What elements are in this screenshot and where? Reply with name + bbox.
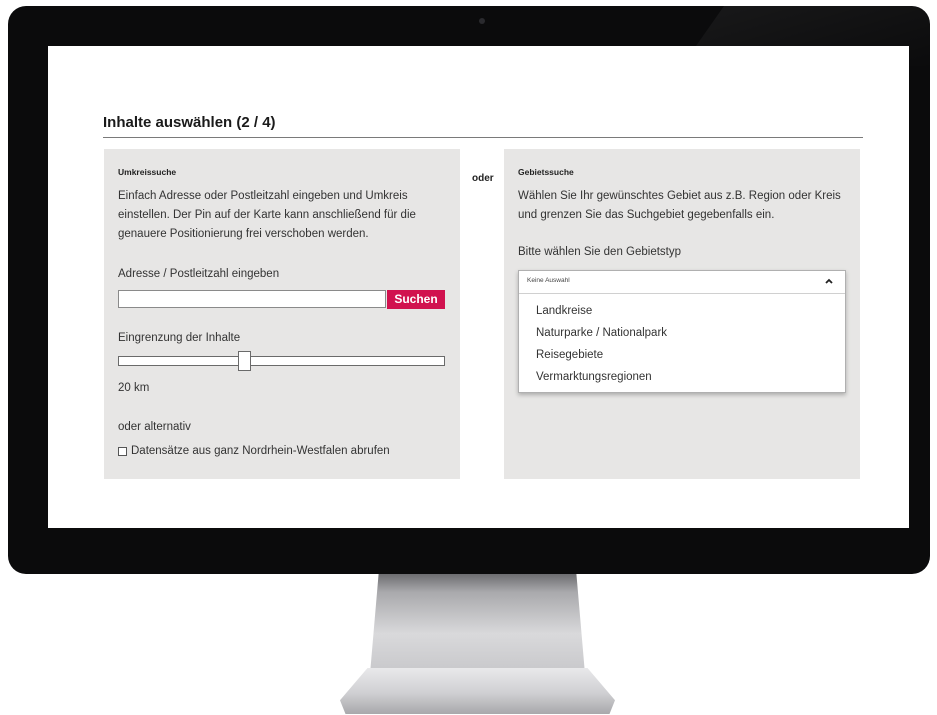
area-type-option[interactable]: Reisegebiete bbox=[519, 344, 845, 366]
checkbox-icon[interactable] bbox=[118, 446, 127, 456]
alternative-label: oder alternativ bbox=[118, 421, 191, 433]
title-divider bbox=[103, 137, 863, 138]
range-slider-handle[interactable] bbox=[238, 351, 251, 371]
nrw-checkbox-row[interactable]: Datensätze aus ganz Nordrhein-Westfalen … bbox=[118, 445, 390, 457]
nrw-checkbox-label: Datensätze aus ganz Nordrhein-Westfalen … bbox=[131, 445, 390, 457]
range-label: Eingrenzung der Inhalte bbox=[118, 332, 241, 344]
area-search-description: Wählen Sie Ihr gewünschtes Gebiet aus z.… bbox=[518, 190, 841, 221]
area-type-select-header[interactable]: Keine Auswahl bbox=[519, 271, 845, 294]
area-search-heading: Gebietssuche bbox=[518, 167, 574, 177]
radius-search-heading: Umkreissuche bbox=[118, 167, 177, 177]
area-search-panel: Gebietssuche Wählen Sie Ihr gewünschtes … bbox=[504, 149, 860, 479]
monitor-stand bbox=[370, 574, 585, 674]
address-input[interactable] bbox=[118, 290, 386, 308]
range-value: 20 km bbox=[118, 382, 150, 394]
screen: Inhalte auswählen (2 / 4) Umkreissuche E… bbox=[48, 46, 909, 528]
search-button[interactable]: Suchen bbox=[387, 290, 445, 309]
camera-icon bbox=[479, 18, 485, 24]
or-separator: oder bbox=[472, 173, 494, 184]
area-type-option[interactable]: Vermarktungsregionen bbox=[519, 366, 845, 388]
area-type-option[interactable]: Landkreise bbox=[519, 300, 845, 322]
range-slider[interactable] bbox=[118, 351, 445, 371]
page-title: Inhalte auswählen (2 / 4) bbox=[103, 114, 276, 131]
area-type-options: Landkreise Naturparke / Nationalpark Reise… bbox=[519, 294, 845, 392]
radius-search-panel: Umkreissuche Einfach Adresse oder Postle… bbox=[104, 149, 460, 479]
address-label: Adresse / Postleitzahl eingeben bbox=[118, 268, 280, 280]
area-type-option[interactable]: Naturparke / Nationalpark bbox=[519, 322, 845, 344]
monitor-stand-base bbox=[340, 668, 615, 714]
monitor-bezel: Inhalte auswählen (2 / 4) Umkreissuche E… bbox=[8, 6, 930, 574]
area-type-select[interactable]: Keine Auswahl Landkreise Naturparke / Nat… bbox=[518, 270, 846, 393]
area-type-label: Bitte wählen Sie den Gebietstyp bbox=[518, 246, 682, 258]
chevron-up-icon[interactable] bbox=[823, 275, 835, 287]
radius-search-description: Einfach Adresse oder Postleitzahl eingeb… bbox=[118, 190, 416, 240]
area-type-selected: Keine Auswahl bbox=[527, 277, 570, 284]
